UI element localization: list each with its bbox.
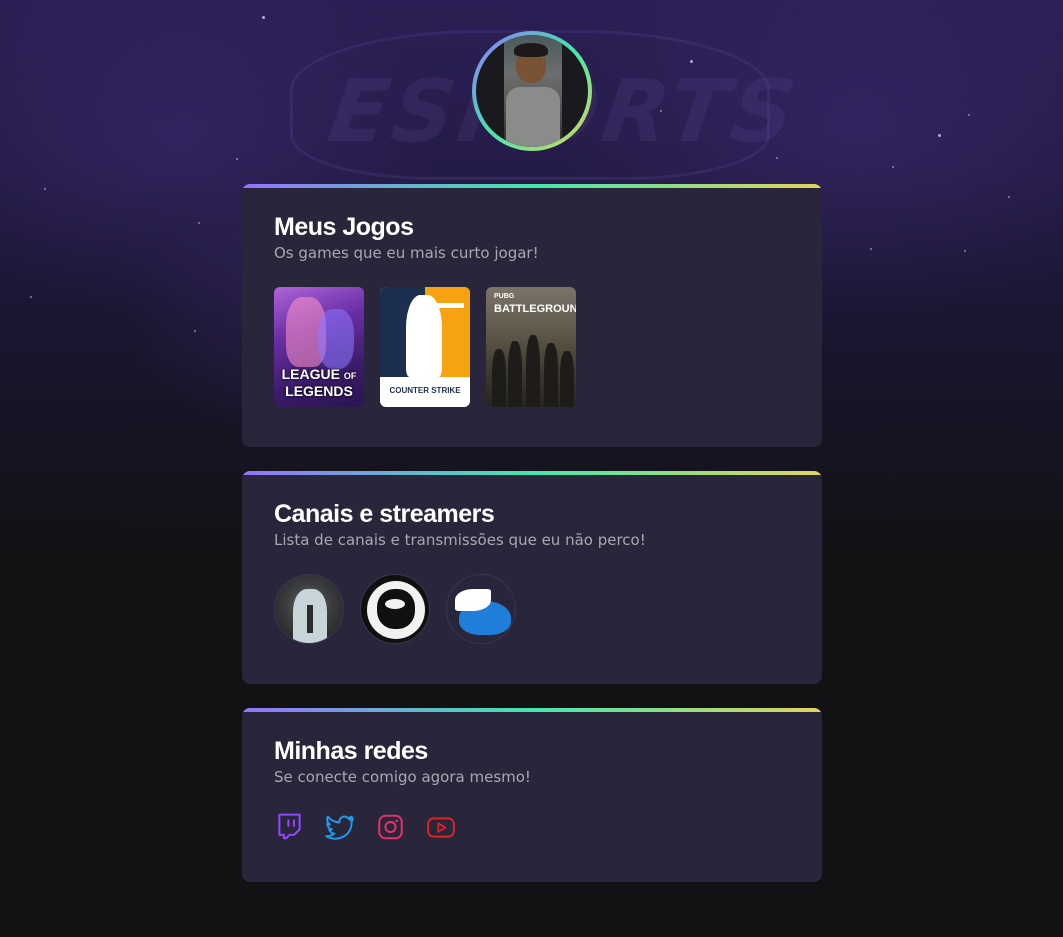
game-pubg-battlegrounds[interactable]: PUBG BATTLEGROUNDS [486, 287, 576, 407]
star-decoration [690, 60, 693, 63]
star-decoration [194, 330, 196, 332]
games-card-subtitle: Os games que eu mais curto jogar! [274, 244, 539, 262]
star-decoration [236, 158, 238, 160]
streamers-card-subtitle: Lista de canais e transmissões que eu nã… [274, 531, 646, 549]
star-decoration [262, 16, 265, 19]
twitter-icon [325, 815, 354, 840]
star-decoration [660, 110, 662, 112]
social-links [276, 812, 456, 842]
star-decoration [44, 188, 46, 190]
social-card: Minhas redes Se conecte comigo agora mes… [242, 708, 822, 882]
game-counter-strike[interactable]: COUNTER STRIKE [380, 287, 470, 407]
social-card-title: Minhas redes [274, 737, 428, 765]
star-decoration [964, 250, 966, 252]
youtube-icon [427, 817, 455, 838]
social-card-subtitle: Se conecte comigo agora mesmo! [274, 768, 531, 786]
league-of-legends-logo: LEAGUE OF LEGENDS [281, 366, 357, 399]
streamers-card: Canais e streamers Lista de canais e tra… [242, 471, 822, 684]
star-decoration [198, 222, 200, 224]
streamers-list [274, 574, 516, 644]
games-card: Meus Jogos Os games que eu mais curto jo… [242, 184, 822, 447]
streamers-card-title: Canais e streamers [274, 500, 495, 528]
counter-strike-logo: COUNTER STRIKE [389, 386, 461, 395]
profile-avatar-ring [472, 31, 592, 151]
star-decoration [870, 248, 872, 250]
twitch-link[interactable] [276, 812, 303, 842]
game-league-of-legends[interactable]: LEAGUE OF LEGENDS [274, 287, 364, 407]
star-decoration [892, 166, 894, 168]
star-decoration [938, 134, 941, 137]
instagram-icon [378, 814, 403, 840]
twitch-icon [278, 813, 301, 840]
games-list: LEAGUE OF LEGENDS COUNTER STRIKE PUBG BA… [274, 287, 576, 407]
star-decoration [968, 114, 970, 116]
star-decoration [30, 296, 32, 298]
youtube-link[interactable] [426, 812, 456, 842]
star-decoration [776, 157, 778, 159]
instagram-link[interactable] [377, 812, 404, 842]
streamer-avatar-cartoon[interactable] [360, 574, 430, 644]
streamer-avatar-suit[interactable] [274, 574, 344, 644]
streamer-avatar-winged-cap[interactable] [446, 574, 516, 644]
twitter-link[interactable] [325, 812, 355, 842]
profile-avatar[interactable] [476, 35, 588, 147]
games-card-title: Meus Jogos [274, 213, 414, 241]
pubg-logo: PUBG BATTLEGROUNDS [494, 293, 576, 315]
star-decoration [1008, 196, 1010, 198]
